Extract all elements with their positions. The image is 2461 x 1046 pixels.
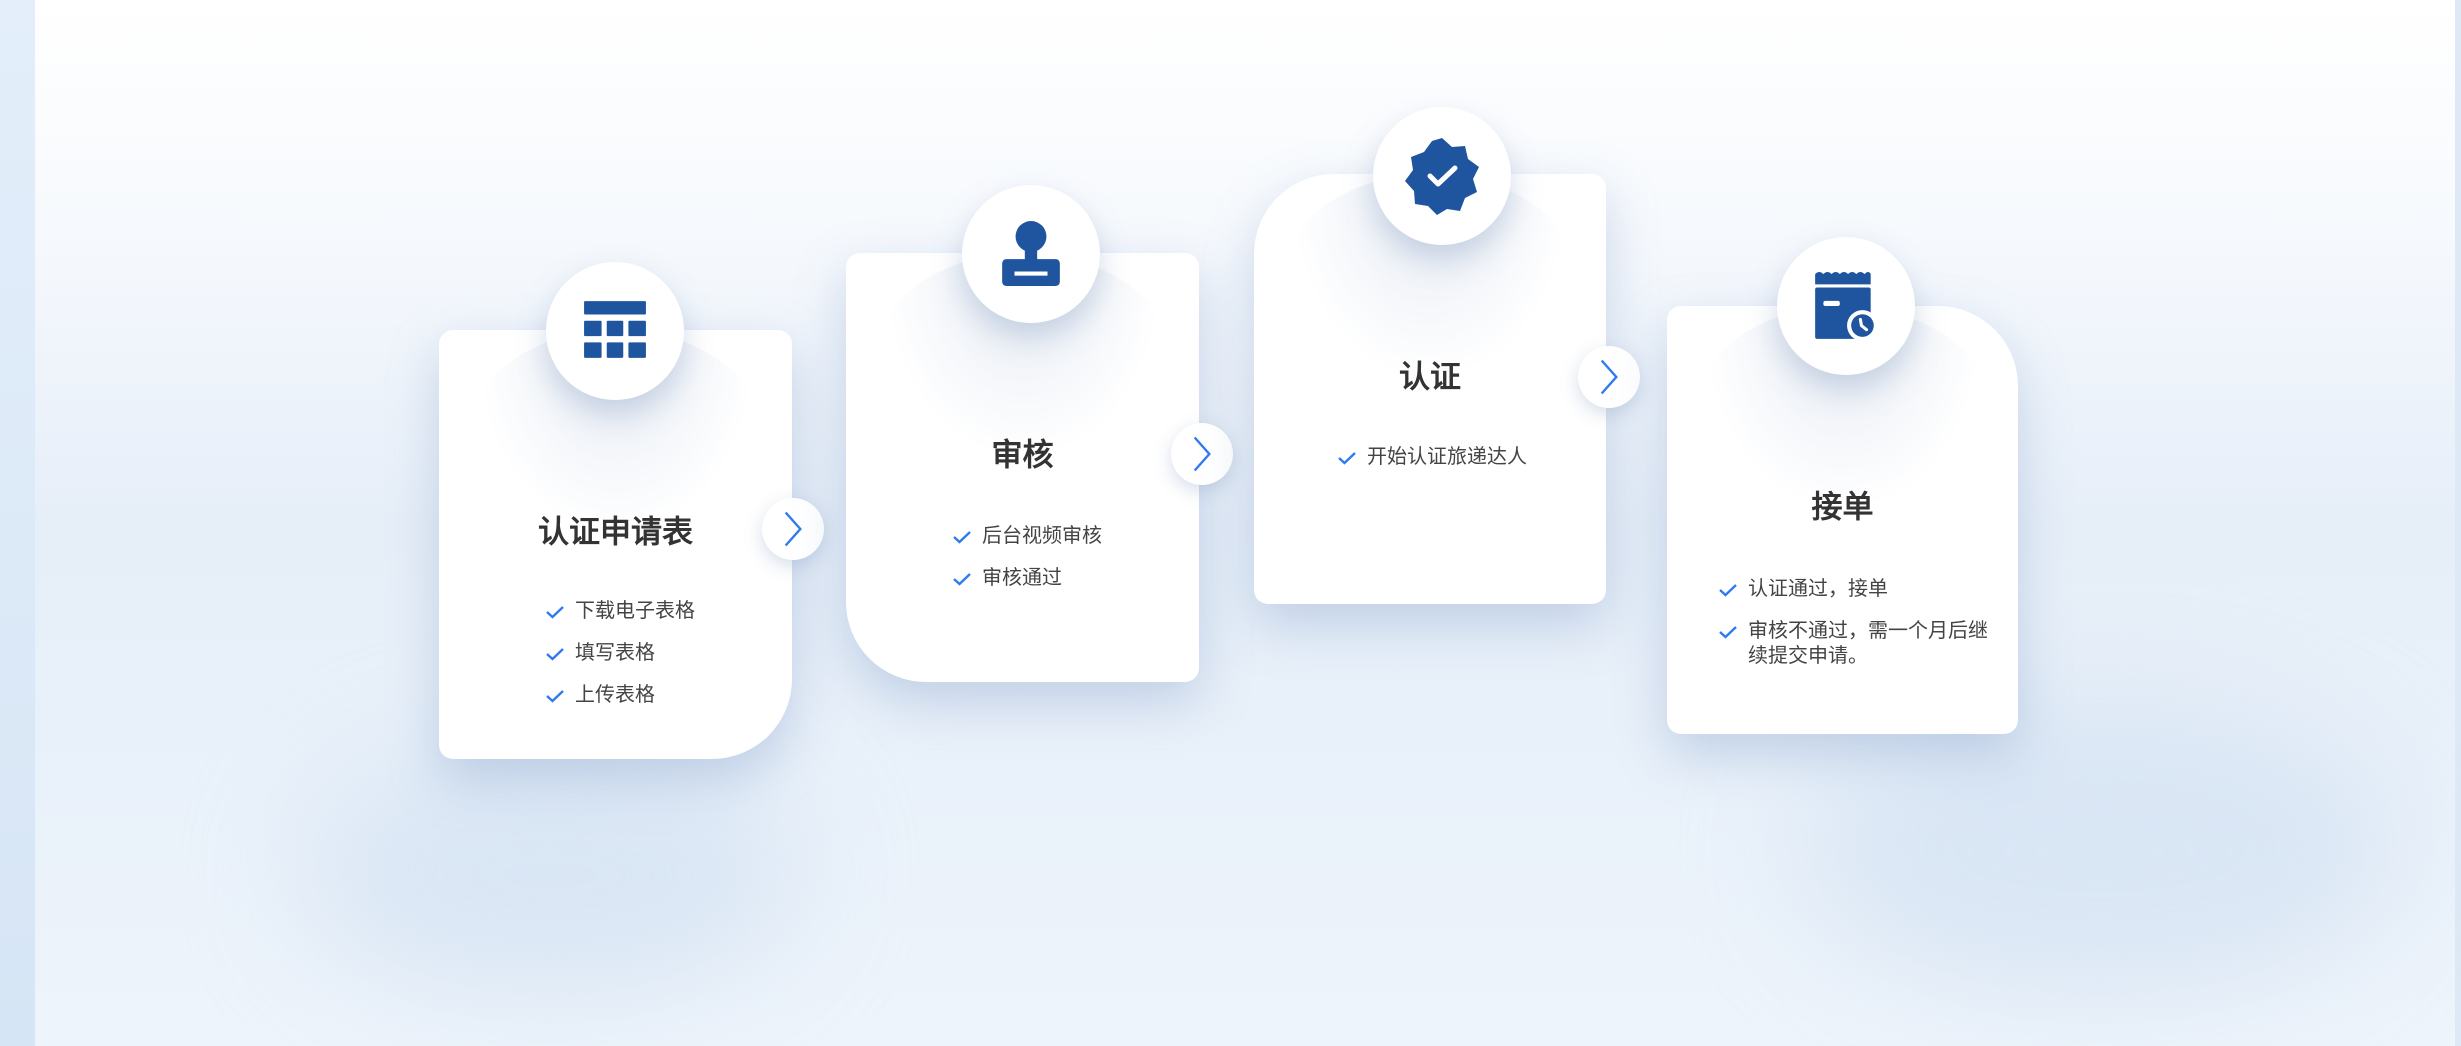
stamp-icon bbox=[1002, 221, 1060, 286]
check-icon bbox=[545, 641, 565, 666]
check-icon bbox=[1718, 619, 1738, 644]
check-icon bbox=[952, 566, 972, 591]
list-item: 后台视频审核 bbox=[952, 524, 1102, 549]
left-edge bbox=[0, 0, 35, 1046]
bg-blob bbox=[300, 750, 800, 1000]
list-item: 上传表格 bbox=[545, 683, 695, 708]
list-item: 填写表格 bbox=[545, 641, 695, 666]
right-edge bbox=[2455, 0, 2461, 1046]
list-item: 认证通过，接单 bbox=[1718, 577, 1988, 602]
step-title: 接单 bbox=[1811, 489, 1874, 525]
table-icon bbox=[584, 301, 646, 358]
item-text: 开始认证旅递达人 bbox=[1367, 446, 1527, 468]
step-title: 认证申请表 bbox=[538, 514, 693, 550]
next-arrow-button[interactable] bbox=[762, 498, 824, 560]
item-text: 上传表格 bbox=[575, 684, 655, 706]
item-text: 审核不通过，需一个月后继续提交申请。 bbox=[1748, 620, 1988, 667]
bg-blob bbox=[1800, 700, 2400, 1000]
check-icon bbox=[545, 683, 565, 708]
next-arrow-button[interactable] bbox=[1578, 346, 1640, 408]
receipt-clock-icon bbox=[1815, 272, 1878, 341]
list-item: 审核不通过，需一个月后继续提交申请。 bbox=[1718, 619, 1988, 669]
check-icon bbox=[545, 599, 565, 624]
check-icon bbox=[1718, 577, 1738, 602]
item-text: 后台视频审核 bbox=[982, 525, 1102, 547]
chevron-right-icon bbox=[782, 510, 804, 548]
step-title: 认证 bbox=[1399, 359, 1461, 395]
item-text: 认证通过，接单 bbox=[1748, 578, 1888, 600]
chevron-right-icon bbox=[1598, 358, 1620, 396]
verified-badge-icon bbox=[1405, 138, 1479, 215]
next-arrow-button[interactable] bbox=[1171, 423, 1233, 485]
item-text: 审核通过 bbox=[982, 567, 1062, 589]
step-icon-circle bbox=[1373, 107, 1511, 245]
list-item: 下载电子表格 bbox=[545, 599, 695, 624]
step-title: 审核 bbox=[991, 437, 1054, 473]
item-text: 下载电子表格 bbox=[575, 600, 695, 622]
item-text: 填写表格 bbox=[575, 642, 655, 664]
step-icon-circle bbox=[1777, 237, 1915, 375]
step-icon-circle bbox=[962, 185, 1100, 323]
list-item: 开始认证旅递达人 bbox=[1337, 445, 1527, 470]
step-icon-circle bbox=[546, 262, 684, 400]
chevron-right-icon bbox=[1191, 435, 1213, 473]
check-icon bbox=[1337, 445, 1357, 470]
check-icon bbox=[952, 524, 972, 549]
list-item: 审核通过 bbox=[952, 566, 1102, 591]
